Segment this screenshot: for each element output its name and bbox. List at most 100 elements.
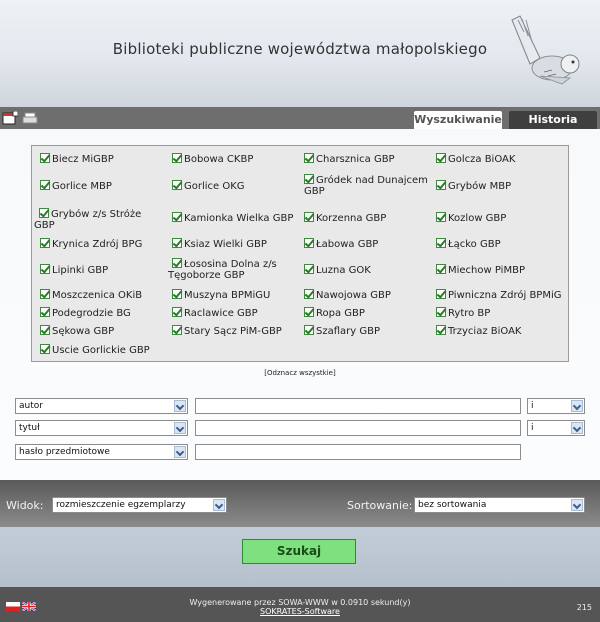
checkbox-checked-icon[interactable] [40,289,50,299]
checkbox-checked-icon[interactable] [304,289,314,299]
checkbox-checked-icon[interactable] [172,258,182,268]
library-checkbox[interactable]: Muszyna BPMiGU [172,289,304,301]
library-checkbox[interactable]: Luzna GOK [304,264,436,276]
checkbox-checked-icon[interactable] [172,325,182,335]
field-select[interactable]: hasło przedmiotowe [15,444,188,460]
search-button-area: Szukaj [0,527,600,587]
checkbox-checked-icon[interactable] [436,289,446,299]
chevron-down-icon[interactable] [571,499,583,511]
checkbox-checked-icon[interactable] [436,325,446,335]
checkbox-checked-icon[interactable] [436,238,446,248]
library-checkbox[interactable]: Lipinki GBP [40,264,172,276]
library-checkbox[interactable]: Gorlice OKG [172,180,304,192]
library-checkbox[interactable]: Gródek nad Dunajcem GBP [304,174,436,197]
library-checkbox[interactable]: Sękowa GBP [40,325,172,337]
library-checkbox[interactable]: Szaflary GBP [304,325,436,337]
search-form: Biecz MiGBP Bobowa CKBP Charsznica GBP G… [0,129,600,480]
library-checkbox[interactable]: Biecz MiGBP [40,153,172,165]
checkbox-checked-icon[interactable] [40,307,50,317]
checkbox-checked-icon[interactable] [172,180,182,190]
checkbox-checked-icon[interactable] [304,238,314,248]
library-checkbox[interactable]: Gorlice MBP [40,180,172,192]
search-input[interactable] [195,420,521,436]
unmark-all-link[interactable]: [Odznacz wszystkie] [0,369,600,377]
checkbox-checked-icon[interactable] [172,307,182,317]
library-checkbox[interactable]: Bobowa CKBP [172,153,304,165]
new-window-icon[interactable] [2,111,18,125]
checkbox-checked-icon[interactable] [172,238,182,248]
checkbox-checked-icon[interactable] [172,153,182,163]
checkbox-checked-icon[interactable] [436,212,446,222]
checkbox-checked-icon[interactable] [436,180,446,190]
library-checkbox[interactable]: Krynica Zdrój BPG [40,238,172,250]
checkbox-checked-icon[interactable] [172,212,182,222]
operator-select[interactable]: i [527,420,585,436]
library-checkbox[interactable]: Raclawice GBP [172,307,304,319]
checkbox-checked-icon[interactable] [436,153,446,163]
operator-select[interactable]: i [527,398,585,414]
chevron-down-icon[interactable] [174,400,186,412]
checkbox-checked-icon[interactable] [304,264,314,274]
owl-logo-icon [511,15,580,85]
checkbox-checked-icon[interactable] [304,153,314,163]
library-checkbox[interactable]: Nawojowa GBP [304,289,436,301]
library-checkbox[interactable]: Piwniczna Zdrój BPMiG [436,289,568,301]
checkbox-checked-icon[interactable] [304,174,314,184]
footer-text: Wygenerowane przez SOWA-WWW w 0.0910 sek… [0,598,600,616]
library-checkbox[interactable]: Łabowa GBP [304,238,436,250]
view-select[interactable]: rozmieszczenie egzemplarzy [52,497,227,513]
library-checkbox[interactable]: Grybów z/s Stróże GBP [34,208,162,231]
print-icon[interactable] [22,111,38,125]
checkbox-checked-icon[interactable] [40,325,50,335]
library-checkbox[interactable]: Łososina Dolna z/s Tęgoborze GBP [168,258,302,281]
checkbox-checked-icon[interactable] [40,238,50,248]
library-checkbox[interactable]: Rytro BP [436,307,568,319]
library-checkbox[interactable]: Podegrodzie BG [40,307,172,319]
sort-select[interactable]: bez sortowania [414,497,585,513]
chevron-down-icon[interactable] [571,400,583,412]
checkbox-checked-icon[interactable] [40,264,50,274]
library-checkbox[interactable]: Stary Sącz PiM-GBP [172,325,304,337]
checkbox-checked-icon[interactable] [39,208,49,218]
sokrates-link[interactable]: SOKRATES-Software [260,607,340,616]
library-checkbox[interactable]: Grybów MBP [436,180,568,192]
checkbox-checked-icon[interactable] [40,153,50,163]
field-select[interactable]: tytuł [15,420,188,436]
chevron-down-icon[interactable] [213,499,225,511]
checkbox-checked-icon[interactable] [304,212,314,222]
library-checkbox[interactable]: Kamionka Wielka GBP [172,212,304,224]
search-input[interactable] [195,398,521,414]
chevron-down-icon[interactable] [174,422,186,434]
library-checkbox[interactable]: Kozlow GBP [436,212,568,224]
library-checkbox[interactable]: Trzyciaz BiOAK [436,325,568,337]
footer: Wygenerowane przez SOWA-WWW w 0.0910 sek… [0,587,600,622]
library-checkbox[interactable]: Korzenna GBP [304,212,436,224]
library-checkbox[interactable]: Ropa GBP [304,307,436,319]
library-checkbox[interactable]: Golcza BiOAK [436,153,568,165]
chevron-down-icon[interactable] [571,422,583,434]
library-checkbox[interactable]: Łącko GBP [436,238,568,250]
library-checkbox[interactable]: Charsznica GBP [304,153,436,165]
library-checkbox[interactable]: Miechow PiMBP [436,264,568,276]
footer-count: 215 [576,603,592,612]
search-button[interactable]: Szukaj [242,539,356,564]
search-input[interactable] [195,444,521,460]
checkbox-checked-icon[interactable] [40,180,50,190]
checkbox-checked-icon[interactable] [40,344,50,354]
checkbox-checked-icon[interactable] [436,264,446,274]
header: Biblioteki publiczne województwa małopol… [0,0,600,107]
field-select[interactable]: autor [15,398,188,414]
library-checkbox[interactable]: Uscie Gorlickie GBP [40,344,172,356]
library-checkbox[interactable]: Ksiaz Wielki GBP [172,238,304,250]
checkbox-checked-icon[interactable] [304,325,314,335]
checkbox-checked-icon[interactable] [304,307,314,317]
tab-search[interactable]: Wyszukiwanie [414,111,502,129]
chevron-down-icon[interactable] [174,446,186,458]
sort-label: Sortowanie: [347,499,413,512]
tab-history[interactable]: Historia [509,111,597,129]
checkbox-checked-icon[interactable] [172,289,182,299]
toolbar: Wyszukiwanie Historia [0,107,600,129]
view-label: Widok: [6,499,44,512]
library-checkbox[interactable]: Moszczenica OKiB [40,289,172,301]
checkbox-checked-icon[interactable] [436,307,446,317]
